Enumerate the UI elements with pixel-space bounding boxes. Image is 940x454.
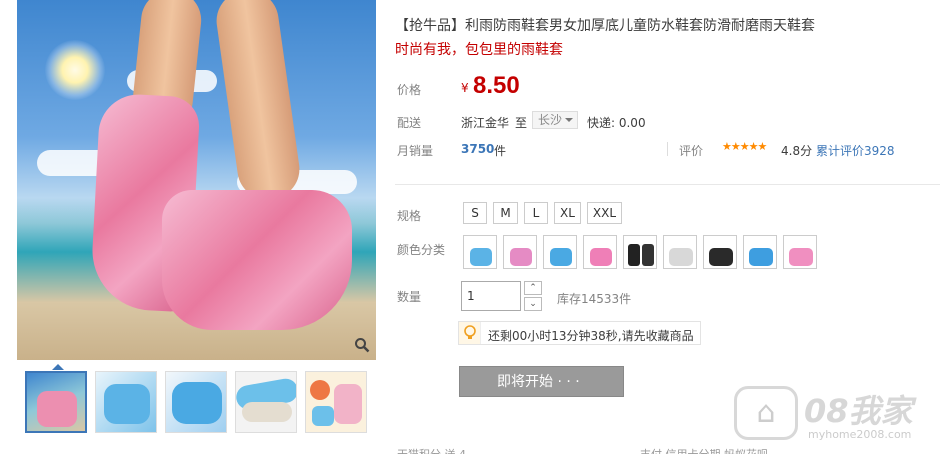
color-swatch-lightblue[interactable]	[543, 235, 577, 269]
product-subtitle: 时尚有我，包包里的雨鞋套	[395, 42, 563, 58]
color-swatch-black-2[interactable]	[703, 235, 737, 269]
sales-count: 3750	[461, 142, 495, 156]
coming-soon-button[interactable]: 即将开始 · · ·	[459, 366, 624, 397]
size-option-l[interactable]: L	[524, 202, 548, 224]
color-swatch-rose[interactable]	[583, 235, 617, 269]
sun-graphic	[45, 40, 105, 100]
size-label: 规格	[397, 209, 422, 223]
stock-text: 库存14533件	[557, 292, 632, 306]
divider	[667, 142, 668, 156]
bulb-icon	[459, 322, 481, 344]
countdown-text: 还剩00小时13分钟38秒,请先收藏商品	[488, 329, 694, 343]
size-option-xxl[interactable]: XXL	[587, 202, 622, 224]
color-swatch-white[interactable]	[663, 235, 697, 269]
rating-stars-icon: ★★★★★	[722, 140, 767, 153]
color-swatch-pink[interactable]	[503, 235, 537, 269]
thumbnail-2[interactable]	[95, 371, 157, 433]
quantity-increase-button[interactable]: ⌃	[524, 281, 542, 295]
color-swatch-pink-2[interactable]	[783, 235, 817, 269]
watermark-brand: 08我家	[804, 392, 913, 430]
thumbnail-strip	[17, 366, 376, 438]
city-select[interactable]: 长沙	[532, 111, 578, 129]
shipping-fee: 快递: 0.00	[587, 116, 646, 130]
quantity-decrease-button[interactable]: ⌄	[524, 297, 542, 311]
bottom-points-text: 天猫积分 送 4	[397, 446, 466, 454]
color-swatch-black[interactable]	[623, 235, 657, 269]
rating-score: 4.8分	[781, 144, 813, 158]
currency-symbol: ¥	[461, 81, 469, 95]
thumbnail-3[interactable]	[165, 371, 227, 433]
review-count-link[interactable]: 累计评价3928	[816, 142, 895, 159]
main-product-image[interactable]	[17, 0, 376, 360]
size-option-m[interactable]: M	[493, 202, 518, 224]
quantity-label: 数量	[397, 290, 422, 304]
thumbnail-4[interactable]	[235, 371, 297, 433]
rating-label: 评价	[679, 144, 704, 158]
quantity-input[interactable]: 1	[461, 281, 521, 311]
zoom-icon[interactable]	[352, 337, 372, 357]
thumbnail-1[interactable]	[25, 371, 87, 433]
section-divider	[395, 184, 940, 185]
pink-boot-right	[162, 190, 352, 330]
color-label: 颜色分类	[397, 243, 446, 257]
price-label: 价格	[397, 83, 422, 97]
ship-to-word: 至	[515, 116, 528, 130]
ship-from: 浙江金华	[461, 116, 510, 130]
product-title: 【抢牛品】利雨防雨鞋套男女加厚底儿童防水鞋套防滑耐磨雨天鞋套	[395, 18, 815, 34]
color-swatch-blue-2[interactable]	[743, 235, 777, 269]
watermark: ⌂ 08我家 myhome2008.com	[734, 378, 940, 454]
thumbnail-5[interactable]	[305, 371, 367, 433]
sales-unit: 件	[494, 144, 507, 158]
house-icon: ⌂	[734, 386, 798, 440]
sales-label: 月销量	[397, 144, 434, 158]
price-value: 8.50	[473, 72, 520, 99]
city-select-value: 长沙	[538, 113, 563, 127]
size-option-xl[interactable]: XL	[554, 202, 581, 224]
shipping-label: 配送	[397, 116, 422, 130]
leg-graphic	[212, 0, 304, 204]
size-option-s[interactable]: S	[463, 202, 487, 224]
watermark-url: myhome2008.com	[808, 428, 912, 441]
color-swatch-blue[interactable]	[463, 235, 497, 269]
countdown-notice: 还剩00小时13分钟38秒,请先收藏商品	[458, 321, 701, 345]
chevron-down-icon	[565, 118, 573, 122]
